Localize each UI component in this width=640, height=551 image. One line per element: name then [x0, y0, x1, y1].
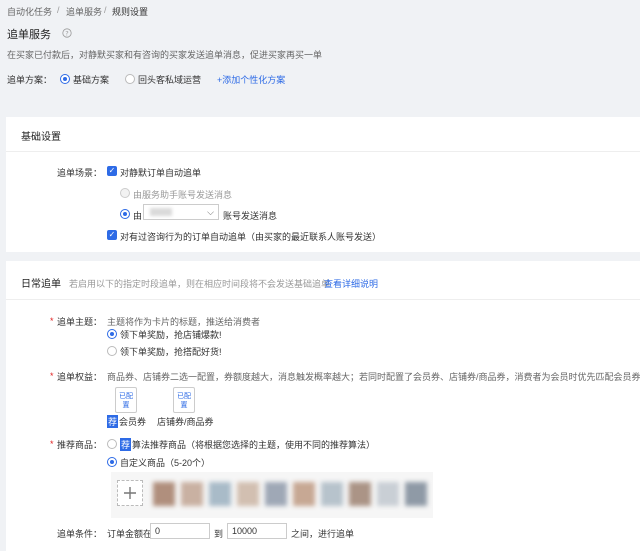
specific-account-prefix: 由	[133, 211, 143, 221]
rights-label: 追单权益：	[57, 372, 103, 382]
plan-option-basic[interactable]: 基础方案	[73, 73, 109, 86]
goods-thumbnail[interactable]	[265, 482, 287, 506]
theme-description: 主题将作为卡片的标题，推送给消费者	[107, 317, 261, 327]
breadcrumb-separator: /	[57, 5, 60, 15]
add-custom-plan-link[interactable]: +添加个性化方案	[217, 73, 285, 86]
condition-prefix: 订单金额在	[107, 529, 153, 539]
daily-followup-title: 日常追单	[21, 279, 61, 290]
recommend-goods-label: 推荐商品：	[57, 440, 103, 450]
required-mark: *	[50, 316, 54, 326]
silent-order-label[interactable]: 对静默订单自动追单	[120, 166, 201, 179]
required-mark: *	[50, 439, 54, 449]
specific-account-radio[interactable]	[120, 209, 130, 219]
breadcrumb-item-current: 规则设置	[112, 7, 149, 17]
svg-text:?: ?	[65, 29, 68, 37]
divider	[6, 299, 640, 300]
goods-thumbnail[interactable]	[153, 482, 175, 506]
assistant-account-radio[interactable]	[120, 188, 130, 198]
member-coupon-card[interactable]: 已配置	[115, 387, 137, 413]
max-amount-input[interactable]: 10000	[227, 523, 287, 539]
basic-settings-card: 基础设置 追单场景： ✓ 对静默订单自动追单 由服务助手账号发送消息 由 ⌵ 账…	[6, 117, 640, 252]
plan-option-private[interactable]: 回头客私域运营	[138, 73, 201, 86]
recommend-badge: 荐	[120, 438, 132, 451]
page-title: 追单服务	[7, 29, 51, 41]
goods-thumbnail[interactable]	[293, 482, 315, 506]
plan-radio-basic[interactable]	[60, 74, 70, 84]
recommend-badge: 荐	[107, 415, 119, 428]
add-goods-button[interactable]	[117, 480, 143, 506]
custom-goods-radio[interactable]	[107, 457, 117, 467]
condition-suffix: 之间，进行追单	[291, 529, 355, 539]
condition-label: 追单条件：	[57, 529, 103, 539]
goods-thumbnail[interactable]	[209, 482, 231, 506]
plan-label: 追单方案：	[7, 75, 53, 85]
goods-thumbnail[interactable]	[405, 482, 427, 506]
theme-option-match[interactable]: 领下单奖励，抢搭配好货!	[120, 345, 222, 358]
shop-coupon-label: 店铺券/商品券	[157, 417, 214, 427]
min-amount-input[interactable]: 0	[150, 523, 210, 539]
goods-list	[111, 472, 433, 518]
required-mark: *	[50, 371, 54, 381]
goods-thumbnail[interactable]	[377, 482, 399, 506]
consult-order-label[interactable]: 对有过咨询行为的订单自动追单（由买家的最近联系人账号发送）	[120, 230, 381, 243]
page-description: 在买家已付款后，对静默买家和有咨询的买家发送追单消息，促进买家再买一单	[7, 50, 323, 60]
breadcrumb-item-followup[interactable]: 追单服务	[66, 5, 102, 18]
algo-recommend-radio[interactable]	[107, 439, 117, 449]
plus-icon	[124, 487, 136, 499]
member-coupon-status: 已配置	[119, 393, 133, 409]
goods-thumbnail[interactable]	[237, 482, 259, 506]
theme-label: 追单主题：	[57, 317, 103, 327]
silent-order-checkbox[interactable]: ✓	[107, 166, 117, 176]
breadcrumb-item-automation[interactable]: 自动化任务	[7, 5, 52, 18]
account-select[interactable]: ⌵	[143, 204, 219, 220]
algo-recommend-label: 算法推荐商品（将根据您选择的主题，使用不同的推荐算法）	[132, 440, 376, 450]
specific-account-suffix: 账号发送消息	[223, 211, 278, 221]
consult-order-checkbox[interactable]: ✓	[107, 230, 117, 240]
scene-label: 追单场景：	[57, 168, 103, 178]
divider	[6, 151, 640, 152]
daily-followup-hint: 若启用以下的指定时段追单，则在相应时间段将不会发送基础追单	[69, 279, 331, 289]
shop-coupon-card[interactable]: 已配置	[173, 387, 195, 413]
member-coupon-label: 会员券	[119, 417, 147, 427]
question-circle-icon[interactable]: ?	[62, 28, 72, 38]
shop-coupon-status: 已配置	[177, 393, 191, 409]
theme-radio-match[interactable]	[107, 346, 117, 356]
view-details-link[interactable]: 查看详细说明	[324, 277, 378, 290]
custom-goods-label[interactable]: 自定义商品（5-20个）	[120, 456, 210, 469]
daily-followup-card: 日常追单 若启用以下的指定时段追单，则在相应时间段将不会发送基础追单 查看详细说…	[6, 261, 640, 551]
breadcrumb-separator: /	[104, 5, 107, 15]
rights-description: 商品券、店铺券二选一配置，券额度越大，消息触发概率越大；若同时配置了会员券、店铺…	[107, 372, 640, 382]
condition-mid: 到	[214, 529, 224, 539]
assistant-account-label[interactable]: 由服务助手账号发送消息	[133, 188, 232, 201]
theme-option-hot[interactable]: 领下单奖励，抢店铺爆款!	[120, 328, 222, 341]
basic-settings-title: 基础设置	[21, 132, 61, 143]
goods-thumbnail[interactable]	[181, 482, 203, 506]
goods-thumbnail[interactable]	[349, 482, 371, 506]
algo-recommend-wrap[interactable]: 荐算法推荐商品（将根据您选择的主题，使用不同的推荐算法）	[120, 438, 375, 451]
plan-radio-private[interactable]	[125, 74, 135, 84]
goods-thumbnail[interactable]	[321, 482, 343, 506]
theme-radio-hot[interactable]	[107, 329, 117, 339]
chevron-down-icon: ⌵	[207, 207, 214, 217]
member-coupon-label-wrap: 荐会员券	[107, 415, 146, 428]
account-select-value	[150, 208, 172, 216]
